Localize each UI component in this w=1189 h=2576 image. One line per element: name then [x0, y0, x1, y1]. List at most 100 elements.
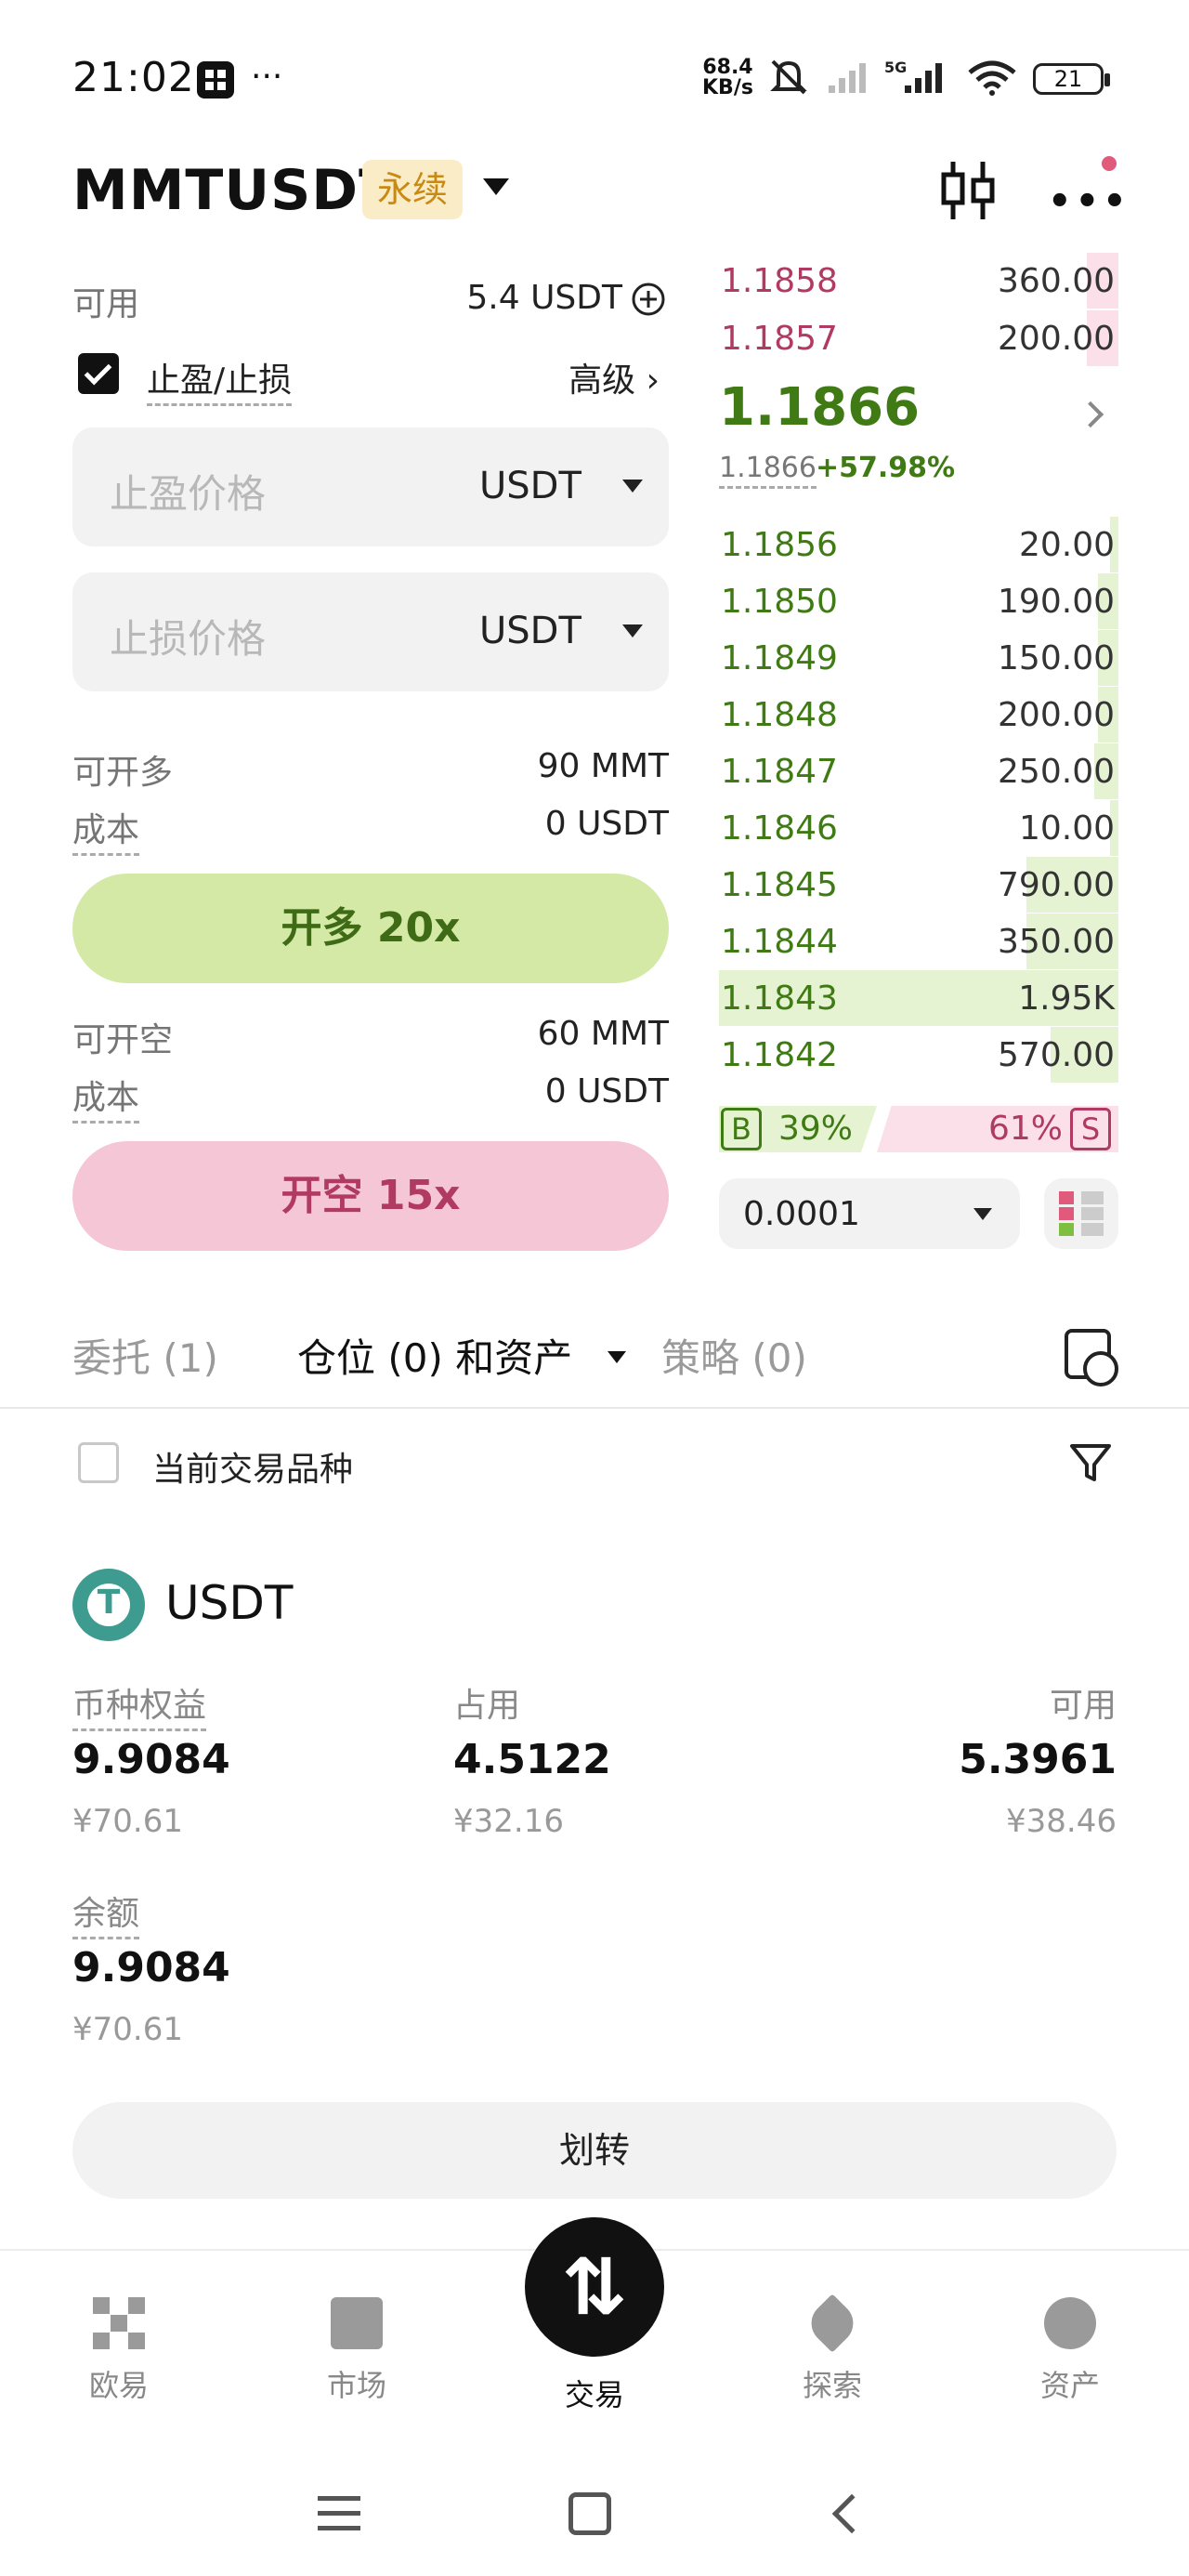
filter-row: 当前交易品种 [0, 1413, 1189, 1515]
stop-loss-input[interactable]: 止损价格 USDT [72, 572, 669, 691]
tp-unit-select[interactable]: USDT [479, 465, 581, 507]
buy-tag: B [721, 1108, 762, 1150]
nav-market-label: 市场 [326, 2368, 386, 2403]
bid-qty: 20.00 [1018, 526, 1115, 564]
coin-name: USDT [165, 1576, 294, 1630]
tab-positions-assets[interactable]: 仓位 (0) 和资产 [297, 1327, 572, 1384]
home-icon[interactable] [568, 2492, 611, 2535]
wifi-icon [968, 60, 1016, 96]
tab-strategies[interactable]: 策略 (0) [661, 1327, 807, 1384]
balance-cny: ¥70.61 [72, 2011, 183, 2048]
bid-row[interactable]: 1.1848 200.00 [719, 687, 1118, 743]
bid-qty: 190.00 [998, 583, 1115, 621]
ask-row[interactable]: 1.1857 200.00 [719, 310, 1118, 366]
svg-text:5G: 5G [884, 59, 907, 76]
can-short-label: 可开空 [72, 1021, 174, 1059]
advanced-link[interactable]: 高级 › [520, 353, 660, 401]
current-pair-label: 当前交易品种 [152, 1451, 354, 1489]
chevron-right-icon[interactable] [1077, 401, 1104, 428]
asset-available-value: 5.3961 [959, 1736, 1117, 1783]
bid-row[interactable]: 1.1846 10.00 [719, 800, 1118, 856]
signal-sim2-icon [829, 63, 866, 93]
bid-qty: 790.00 [998, 866, 1115, 904]
signal-5g-icon: 5G [884, 59, 942, 93]
last-price[interactable]: 1.1866 [719, 377, 920, 438]
clock: 21:02 [72, 54, 195, 101]
used-label: 占用 [453, 1687, 521, 1725]
back-icon[interactable] [831, 2493, 872, 2534]
used-cny: ¥32.16 [453, 1803, 564, 1840]
tp-unit-caret-icon[interactable] [622, 480, 643, 493]
current-pair-checkbox[interactable] [78, 1442, 119, 1483]
tp-placeholder: 止盈价格 [110, 471, 267, 517]
sl-unit-caret-icon[interactable] [622, 624, 643, 637]
bid-price: 1.1848 [721, 696, 838, 734]
tpsl-checkbox[interactable] [78, 353, 119, 394]
bid-row[interactable]: 1.1849 150.00 [719, 630, 1118, 686]
add-funds-icon[interactable] [630, 281, 667, 318]
ask-qty: 360.00 [998, 262, 1115, 300]
bid-row[interactable]: 1.1845 790.00 [719, 857, 1118, 913]
bid-price: 1.1844 [721, 923, 838, 961]
precision-select[interactable]: 0.0001 [719, 1178, 1020, 1249]
nav-explore[interactable]: 探索 [758, 2279, 907, 2405]
bid-price: 1.1846 [721, 809, 838, 848]
bid-row[interactable]: 1.1843 1.95K [719, 970, 1118, 1026]
nav-assets-label: 资产 [1039, 2368, 1100, 2403]
sl-unit-select[interactable]: USDT [479, 610, 581, 652]
bid-row[interactable]: 1.1844 350.00 [719, 913, 1118, 969]
nav-okx-label: 欧易 [88, 2368, 149, 2403]
bid-row[interactable]: 1.1842 570.00 [719, 1027, 1118, 1083]
history-icon[interactable] [1065, 1329, 1118, 1387]
bid-row[interactable]: 1.1850 190.00 [719, 573, 1118, 629]
precision-value: 0.0001 [743, 1195, 860, 1233]
tpsl-label: 止盈/止损 [147, 353, 293, 406]
transfer-button[interactable]: 划转 [72, 2102, 1117, 2199]
take-profit-input[interactable]: 止盈价格 USDT [72, 427, 669, 546]
ask-row[interactable]: 1.1858 360.00 [719, 253, 1118, 309]
ask-qty: 200.00 [998, 320, 1115, 358]
nav-trade[interactable]: ⇅ [525, 2217, 664, 2357]
nav-trade-label: 交易 [564, 2377, 624, 2412]
sell-tag: S [1070, 1108, 1111, 1150]
pair-dropdown-icon[interactable] [483, 178, 509, 195]
pair-header: MMTUSDT 永续 ••• [0, 149, 1189, 260]
balance-label: 余额 [72, 1886, 140, 1939]
open-long-button[interactable]: 开多 20x [72, 874, 669, 983]
pair-name[interactable]: MMTUSDT [72, 158, 398, 223]
bid-qty: 150.00 [998, 639, 1115, 677]
filter-icon[interactable] [1068, 1440, 1113, 1485]
tab-dropdown-icon[interactable] [608, 1351, 626, 1363]
more-icon[interactable]: ••• [1048, 180, 1130, 223]
tab-orders[interactable]: 委托 (1) [72, 1327, 218, 1384]
bid-row[interactable]: 1.1847 250.00 [719, 743, 1118, 799]
balance-value: 9.9084 [72, 1944, 230, 1991]
bid-price: 1.1856 [721, 526, 838, 564]
status-bar: 21:02 ··· 68.4 KB/s 5G 21 [0, 0, 1189, 149]
candlestick-chart-icon[interactable] [938, 158, 998, 223]
long-cost-value: 0 USDT [544, 805, 669, 843]
nav-assets[interactable]: 资产 [996, 2279, 1144, 2405]
nav-market[interactable]: 市场 [282, 2279, 431, 2405]
nav-okx[interactable]: 欧易 [45, 2279, 193, 2405]
bid-qty: 570.00 [998, 1036, 1115, 1074]
sell-percent: 61% [988, 1110, 1064, 1148]
usdt-coin-icon [72, 1569, 145, 1641]
mute-icon [770, 59, 807, 95]
bid-qty: 250.00 [998, 753, 1115, 791]
position-tabs: 委托 (1) 仓位 (0) 和资产 策略 (0) [0, 1310, 1189, 1409]
bid-price: 1.1845 [721, 866, 838, 904]
available-value: 5.4 USDT [466, 279, 622, 317]
okx-logo-icon [93, 2297, 145, 2349]
book-layout-icon[interactable] [1044, 1178, 1118, 1249]
can-long-label: 可开多 [72, 754, 174, 792]
bid-qty: 10.00 [1018, 809, 1115, 848]
mark-price: 1.1866 [719, 452, 817, 489]
open-short-button[interactable]: 开空 15x [72, 1141, 669, 1251]
bid-qty: 350.00 [998, 923, 1115, 961]
trade-arrows-icon: ⇅ [561, 2241, 628, 2333]
bid-row[interactable]: 1.1856 20.00 [719, 517, 1118, 572]
recent-apps-icon[interactable] [318, 2496, 360, 2531]
buy-percent: 39% [778, 1110, 854, 1148]
can-long-value: 90 MMT [537, 747, 669, 785]
